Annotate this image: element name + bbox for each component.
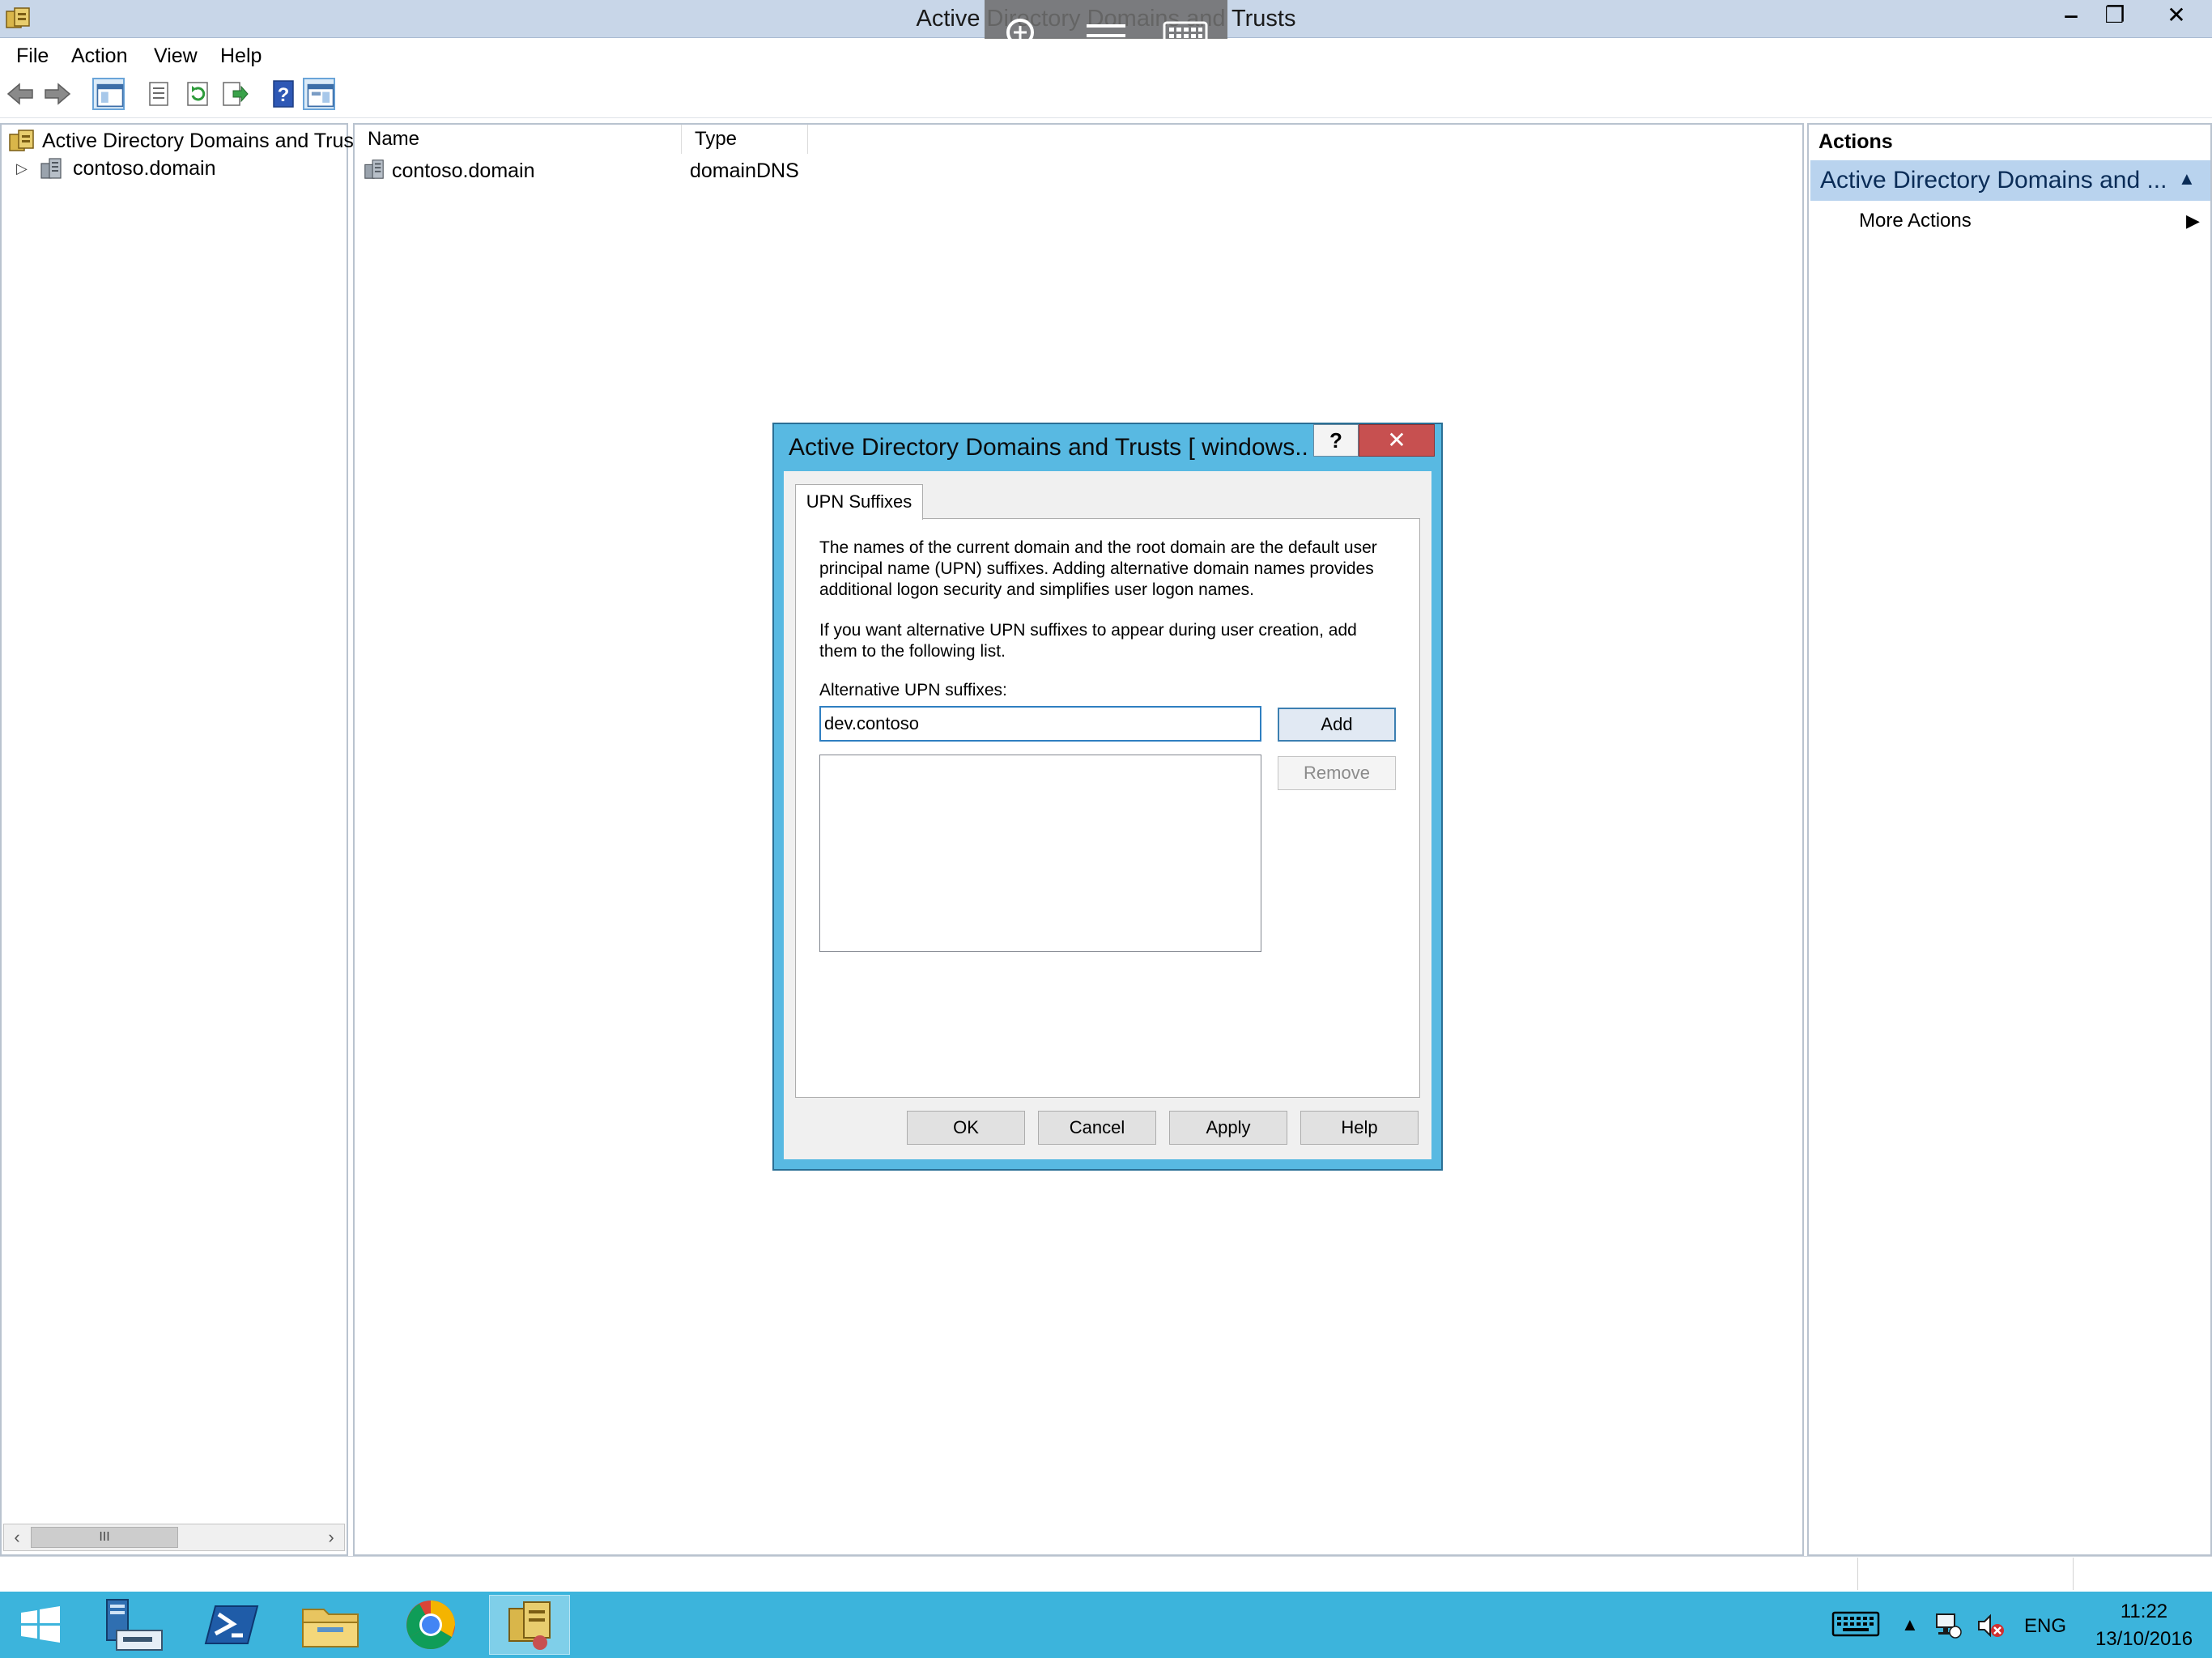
upn-suffix-input[interactable] — [819, 706, 1261, 742]
cancel-button[interactable]: Cancel — [1038, 1111, 1156, 1145]
tree-expander-icon[interactable]: ▷ — [16, 160, 28, 177]
minimize-button[interactable]: ‒ — [2048, 0, 2094, 31]
close-window-button[interactable]: ✕ — [2146, 0, 2207, 31]
actions-pane — [1807, 123, 2212, 1556]
restore-button[interactable]: ❐ — [2092, 0, 2138, 31]
menu-action[interactable]: Action — [71, 39, 127, 73]
server-manager-icon[interactable] — [91, 1595, 172, 1655]
volume-muted-icon[interactable] — [1976, 1611, 2005, 1640]
submenu-arrow-icon[interactable]: ▶ — [2186, 207, 2200, 235]
touch-keyboard-icon[interactable] — [1831, 1609, 1880, 1639]
scroll-left-arrow-icon[interactable]: ‹ — [5, 1525, 29, 1550]
dialog-help-button[interactable]: ? — [1313, 424, 1359, 457]
properties-icon[interactable] — [143, 78, 175, 110]
domain-icon — [39, 155, 63, 181]
start-button-windows-icon[interactable] — [0, 1595, 81, 1655]
console-tree-pane — [0, 123, 348, 1556]
instruction-text: If you want alternative UPN suffixes to … — [819, 621, 1357, 661]
powershell-icon[interactable] — [191, 1595, 272, 1655]
tree-root-label[interactable]: Active Directory Domains and Trust — [42, 126, 359, 155]
scroll-right-arrow-icon[interactable]: › — [319, 1525, 343, 1550]
add-button[interactable]: Add — [1278, 708, 1396, 742]
upn-suffixes-label: Alternative UPN suffixes: — [819, 681, 1007, 699]
tree-item-contoso-domain[interactable]: contoso.domain — [73, 154, 216, 183]
collapse-caret-icon[interactable]: ▲ — [2178, 168, 2196, 189]
help-button[interactable]: Help — [1300, 1111, 1419, 1145]
help-icon[interactable]: ? — [267, 78, 300, 110]
menu-file[interactable]: File — [16, 39, 49, 73]
status-divider — [1857, 1558, 1858, 1590]
remove-button[interactable]: Remove — [1278, 756, 1396, 790]
description-text: The names of the current domain and the … — [819, 538, 1377, 599]
table-row-type: domainDNS — [690, 159, 799, 182]
back-arrow-icon[interactable] — [5, 78, 37, 110]
refresh-icon[interactable] — [181, 78, 214, 110]
show-hide-console-tree-icon[interactable] — [92, 78, 125, 110]
export-list-icon[interactable] — [219, 78, 251, 110]
apply-button[interactable]: Apply — [1169, 1111, 1287, 1145]
menu-bar — [0, 39, 2212, 73]
ok-button[interactable]: OK — [907, 1111, 1025, 1145]
column-header-type[interactable]: Type — [682, 125, 808, 154]
network-icon[interactable] — [1933, 1611, 1963, 1640]
domains-trusts-icon — [8, 128, 36, 154]
actions-section-label: Active Directory Domains and ... — [1820, 167, 2167, 193]
actions-header: Actions — [1819, 130, 1893, 153]
menu-help[interactable]: Help — [220, 39, 262, 73]
column-header-name[interactable]: Name — [355, 125, 682, 154]
scroll-thumb[interactable]: III — [31, 1527, 178, 1548]
more-actions-item[interactable]: More Actions — [1859, 207, 1972, 235]
clock-time[interactable]: 11:22 — [2095, 1598, 2193, 1626]
status-bar — [0, 1556, 2212, 1592]
status-divider — [2073, 1558, 2074, 1590]
tab-upn-suffixes[interactable]: UPN Suffixes — [795, 484, 923, 520]
menu-view[interactable]: View — [154, 39, 198, 73]
domains-trusts-taskbar-icon[interactable] — [489, 1595, 570, 1655]
domain-icon — [363, 157, 385, 181]
chrome-browser-icon[interactable] — [390, 1595, 471, 1655]
language-indicator[interactable]: ENG — [2024, 1613, 2066, 1640]
clock-date[interactable]: 13/10/2016 — [2087, 1626, 2201, 1653]
dialog-close-button[interactable]: ✕ — [1359, 424, 1435, 457]
file-explorer-icon[interactable] — [290, 1595, 371, 1655]
dialog-title: Active Directory Domains and Trusts [ wi… — [789, 434, 1307, 461]
show-hide-action-pane-icon[interactable] — [303, 78, 335, 110]
forward-arrow-icon[interactable] — [40, 78, 73, 110]
show-hidden-icons-icon[interactable]: ▲ — [1901, 1614, 1919, 1635]
svg-text:?: ? — [278, 84, 290, 106]
table-row-name[interactable]: contoso.domain — [392, 155, 535, 186]
upn-suffixes-list[interactable] — [819, 755, 1261, 952]
